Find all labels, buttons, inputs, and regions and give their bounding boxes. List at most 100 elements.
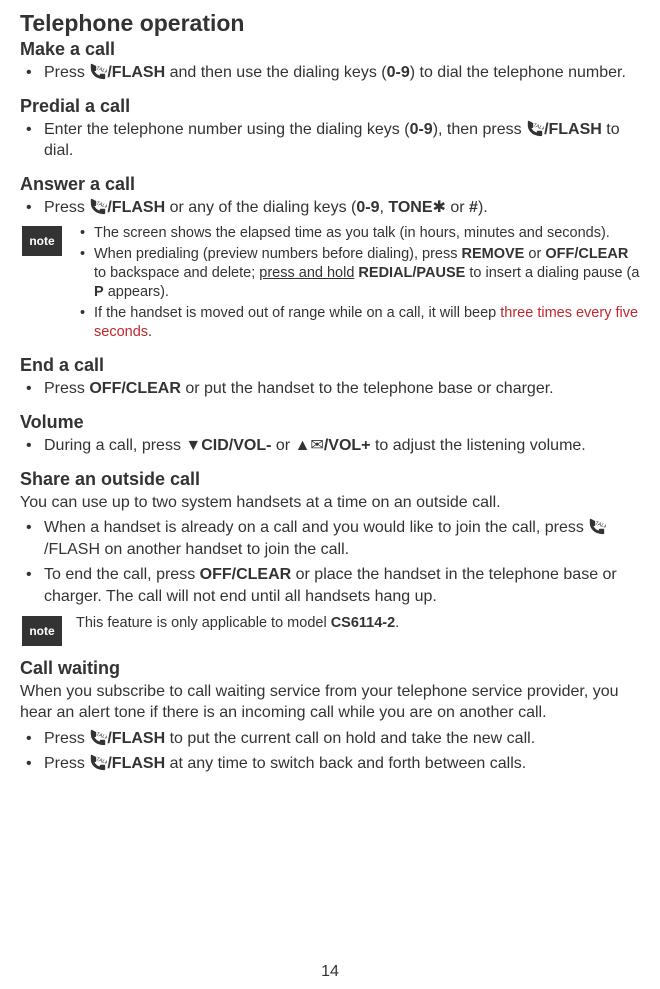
text: During a call, press [44, 437, 185, 454]
note-box-answer: note The screen shows the elapsed time a… [20, 224, 640, 343]
heading-answer: Answer a call [20, 174, 640, 195]
list-item: When a handset is already on a call and … [20, 517, 640, 560]
remove-label: REMOVE [462, 246, 525, 262]
pause-label: /PAUSE [412, 265, 465, 281]
list-item: Press /FLASH at any time to switch back … [20, 753, 640, 775]
text: to insert a dialing pause (a [465, 265, 639, 281]
text: When a handset is already on a call and … [44, 519, 588, 536]
text: If the handset is moved out of range whi… [94, 305, 500, 321]
text: Press [44, 755, 89, 772]
list-call-waiting: Press /FLASH to put the current call on … [20, 728, 640, 775]
talk-icon [526, 119, 544, 137]
page-title: Telephone operation [20, 10, 640, 37]
text: ), then press [433, 121, 526, 138]
note-badge: note [22, 616, 62, 646]
text: Press [44, 199, 89, 216]
talk-icon [89, 728, 107, 746]
talk-icon [89, 62, 107, 80]
text: . [395, 615, 399, 631]
redial-label: REDIAL [358, 265, 412, 281]
list-share: When a handset is already on a call and … [20, 517, 640, 607]
tone-label: TONE [388, 199, 432, 216]
off-label: OFF/ [89, 380, 125, 397]
list-item: To end the call, press OFF/CLEAR or plac… [20, 564, 640, 607]
list-predial: Enter the telephone number using the dia… [20, 119, 640, 162]
off-label: OFF/ [200, 566, 236, 583]
text: /FLASH [107, 64, 165, 81]
clear-label: CLEAR [236, 566, 291, 583]
text: Enter the telephone number using the dia… [44, 121, 410, 138]
text: to backspace and delete; [94, 265, 259, 281]
flash-label: /FLASH [107, 199, 165, 216]
text: or [271, 437, 294, 454]
talk-icon [588, 517, 606, 535]
note-box-share: note This feature is only applicable to … [20, 614, 640, 646]
text: When predialing (preview numbers before … [94, 246, 462, 262]
talk-icon [89, 753, 107, 771]
note-item: When predialing (preview numbers before … [76, 245, 640, 302]
heading-predial: Predial a call [20, 96, 640, 117]
list-item: Press /FLASH and then use the dialing ke… [20, 62, 640, 84]
list-item: Press OFF/CLEAR or put the handset to th… [20, 378, 640, 400]
text: Press [44, 730, 89, 747]
list-make-call: Press /FLASH and then use the dialing ke… [20, 62, 640, 84]
list-volume: During a call, press ▼CID/VOL- or ▲✉/VOL… [20, 435, 640, 457]
text: or [446, 199, 469, 216]
down-arrow-icon: ▼ [185, 437, 201, 454]
key-range: 0-9 [356, 199, 379, 216]
note-badge: note [22, 226, 62, 256]
list-item: Press /FLASH to put the current call on … [20, 728, 640, 750]
text: Press [44, 380, 89, 397]
text: to put the current call on hold and take… [165, 730, 535, 747]
flash-label: /FLASH [107, 64, 165, 81]
star-key: ✱ [433, 199, 446, 216]
flash-label: /FLASH [107, 730, 165, 747]
note-list: The screen shows the elapsed time as you… [76, 224, 640, 343]
text: or any of the dialing keys ( [165, 199, 356, 216]
hash-key: # [469, 199, 478, 216]
press-hold: press and hold [259, 265, 354, 281]
clear-label: /CLEAR [574, 246, 628, 262]
text: This feature is only applicable to model [76, 615, 331, 631]
flash-label: /FLASH [44, 541, 100, 558]
heading-volume: Volume [20, 412, 640, 433]
share-intro: You can use up to two system handsets at… [20, 492, 640, 514]
list-answer: Press /FLASH or any of the dialing keys … [20, 197, 640, 219]
flash-label: /FLASH [107, 755, 165, 772]
text: or put the handset to the telephone base… [181, 380, 554, 397]
p-label: P [94, 284, 104, 300]
text: ) to dial the telephone number. [410, 64, 626, 81]
off-label: OFF [545, 246, 574, 262]
list-item: During a call, press ▼CID/VOL- or ▲✉/VOL… [20, 435, 640, 457]
key-range: 0-9 [410, 121, 433, 138]
text: ). [478, 199, 488, 216]
text: appears). [104, 284, 169, 300]
heading-end: End a call [20, 355, 640, 376]
vol-plus-label: VOL+ [328, 437, 370, 454]
envelope-icon: ✉ [310, 437, 323, 454]
text: on another handset to join the call. [100, 541, 349, 558]
text: to adjust the listening volume. [371, 437, 586, 454]
list-item: Enter the telephone number using the dia… [20, 119, 640, 162]
list-end: Press OFF/CLEAR or put the handset to th… [20, 378, 640, 400]
note-item: The screen shows the elapsed time as you… [76, 224, 640, 243]
clear-label: CLEAR [126, 380, 181, 397]
talk-icon [89, 197, 107, 215]
cid-label: CID/ [201, 437, 233, 454]
note-text: This feature is only applicable to model… [76, 614, 640, 646]
up-arrow-icon: ▲ [295, 437, 311, 454]
call-waiting-intro: When you subscribe to call waiting servi… [20, 681, 640, 724]
note-item: If the handset is moved out of range whi… [76, 304, 640, 342]
text: . [148, 324, 152, 340]
text: at any time to switch back and forth bet… [165, 755, 526, 772]
heading-make-call: Make a call [20, 39, 640, 60]
list-item: Press /FLASH or any of the dialing keys … [20, 197, 640, 219]
text: Press [44, 64, 89, 81]
text: and then use the dialing keys ( [165, 64, 386, 81]
vol-minus-label: VOL- [233, 437, 271, 454]
text: or [524, 246, 545, 262]
heading-call-waiting: Call waiting [20, 658, 640, 679]
flash-label: /FLASH [544, 121, 602, 138]
heading-share: Share an outside call [20, 469, 640, 490]
page-number: 14 [0, 963, 660, 981]
